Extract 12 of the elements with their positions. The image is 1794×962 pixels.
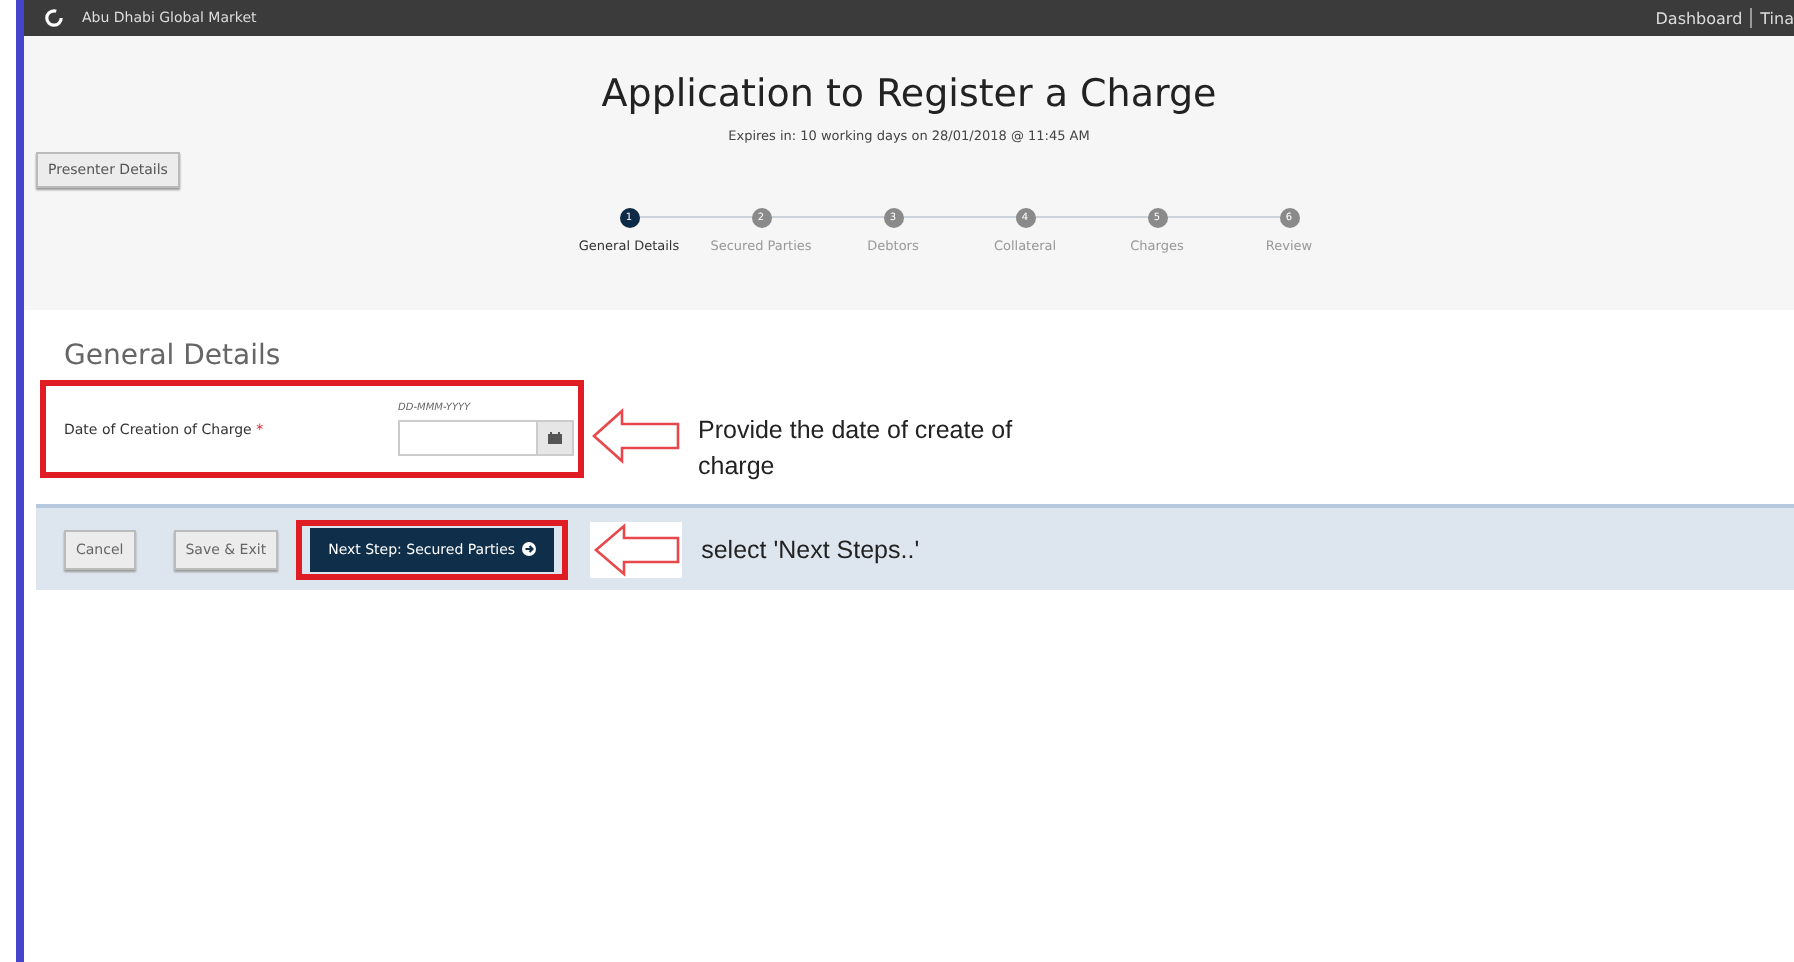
arrow-circle-icon: [521, 542, 536, 556]
page-title: Application to Register a Charge: [601, 72, 1217, 116]
nav-link[interactable]: Dashboard: [1655, 9, 1743, 27]
left-arrow-icon: [589, 521, 682, 577]
date-field[interactable]: [398, 420, 574, 456]
ring-logo-icon: [44, 8, 64, 28]
nav-link[interactable]: Tina: [1760, 9, 1794, 27]
section-title: General Details: [64, 340, 283, 372]
annotation-text: select 'Next Steps..': [701, 535, 920, 563]
calendar-icon[interactable]: [536, 422, 572, 454]
annotation-text: Provide the date of create of charge: [698, 414, 1015, 484]
left-arrow-icon: [590, 408, 682, 464]
